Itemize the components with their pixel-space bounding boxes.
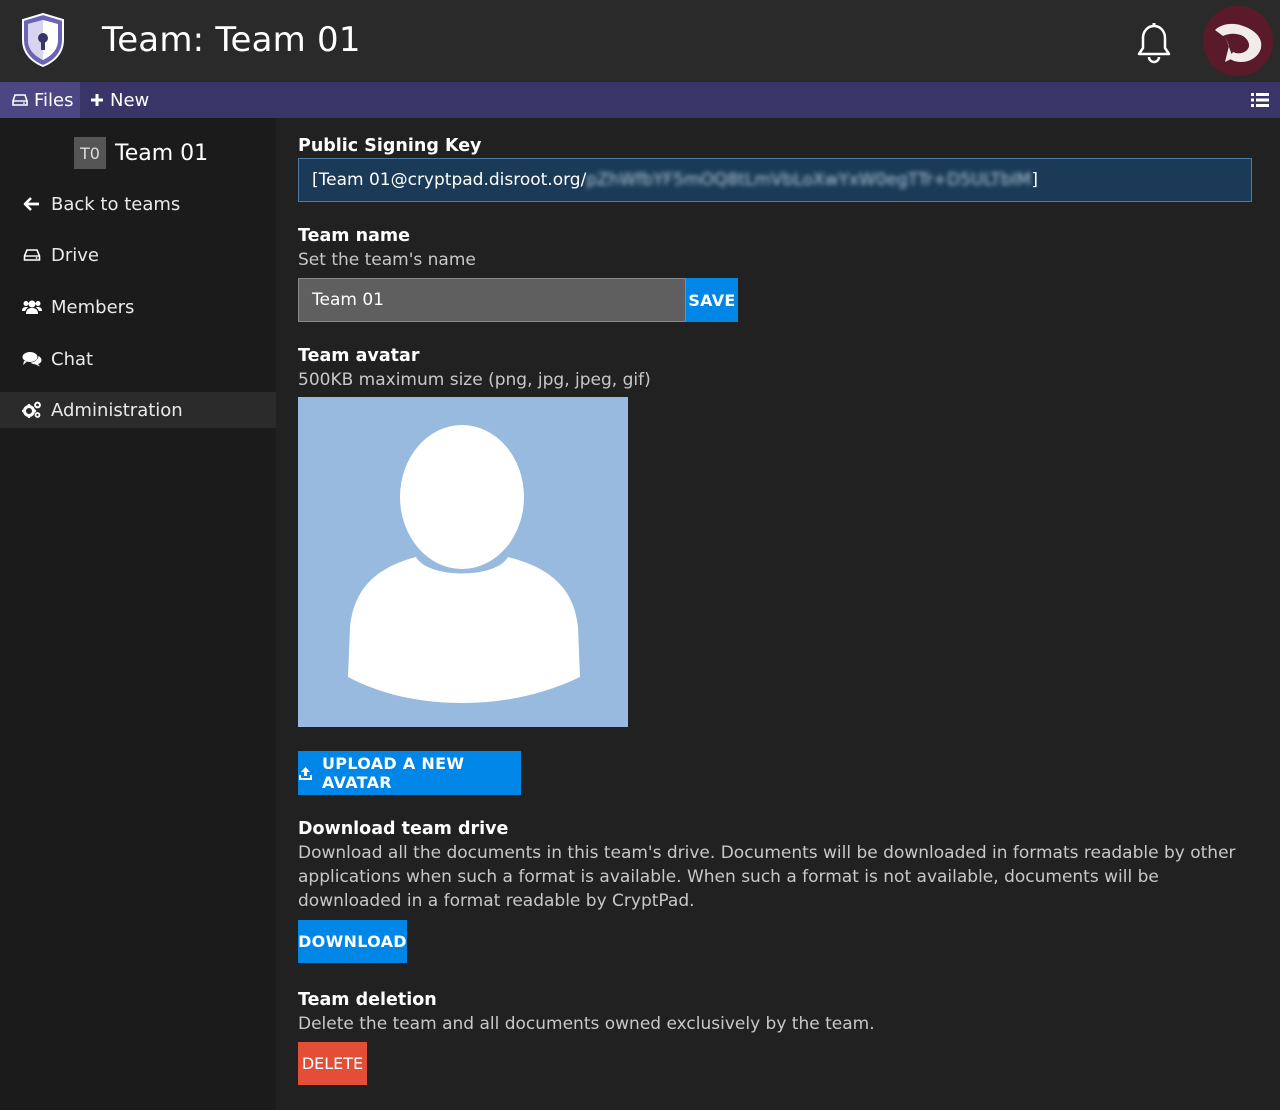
list-icon[interactable] [1250, 91, 1270, 109]
download-description: Download all the documents in this team'… [298, 843, 1236, 911]
signing-key-title: Public Signing Key [298, 136, 482, 156]
top-bar: Team: Team 01 [0, 0, 1280, 82]
drive-icon [22, 246, 42, 264]
team-header: T0 Team 01 [74, 136, 208, 170]
arrow-left-icon [22, 195, 42, 213]
download-button[interactable]: DOWNLOAD [298, 920, 407, 963]
users-icon [22, 298, 42, 316]
sidebar-item-label: Back to teams [51, 193, 181, 215]
signing-key-redacted: pZhWfbYF5mOQ8tLmVbLoXwYxW0egTTr+D5ULTbIM [586, 170, 1032, 190]
sidebar-item-chat[interactable]: Chat [0, 341, 276, 377]
team-avatar-description: 500KB maximum size (png, jpg, jpeg, gif) [298, 370, 651, 390]
files-button[interactable]: Files [0, 82, 80, 118]
deletion-title: Team deletion [298, 990, 437, 1010]
upload-avatar-label: UPLOAD A NEW AVATAR [322, 754, 465, 792]
comments-icon [22, 350, 42, 368]
plus-icon [90, 93, 104, 107]
upload-icon [298, 766, 313, 781]
team-name-input[interactable]: Team 01 [298, 278, 686, 322]
new-label: New [110, 89, 150, 111]
team-avatar-image [298, 397, 628, 727]
team-avatar-title: Team avatar [298, 346, 420, 366]
user-avatar[interactable] [1203, 6, 1273, 76]
toolbar: Files New [0, 82, 1280, 118]
deletion-description: Delete the team and all documents owned … [298, 1014, 875, 1034]
cryptpad-logo-icon[interactable] [19, 12, 67, 68]
sidebar: T0 Team 01 Back to teams Drive Members C… [0, 118, 276, 1110]
sidebar-item-members[interactable]: Members [0, 289, 276, 325]
delete-button[interactable]: DELETE [298, 1042, 367, 1085]
sidebar-item-label: Members [51, 296, 135, 318]
signing-key-field[interactable]: [Team 01@cryptpad.disroot.org/pZhWfbYF5m… [298, 158, 1252, 202]
sidebar-item-back-to-teams[interactable]: Back to teams [0, 186, 276, 222]
sidebar-item-label: Administration [51, 399, 183, 421]
upload-avatar-button[interactable]: UPLOAD A NEW AVATAR [298, 751, 521, 795]
signing-key-prefix: [Team 01@cryptpad.disroot.org/ [312, 170, 587, 190]
sidebar-item-drive[interactable]: Drive [0, 237, 276, 273]
team-name-description: Set the team's name [298, 250, 476, 270]
team-name-heading: Team 01 [115, 140, 209, 166]
main-content: Public Signing Key [Team 01@cryptpad.dis… [276, 118, 1280, 1110]
drive-icon [12, 93, 28, 107]
team-initials-avatar: T0 [74, 137, 106, 169]
cogs-icon [22, 401, 42, 419]
user-silhouette-icon [298, 397, 628, 727]
download-title: Download team drive [298, 819, 509, 839]
sidebar-item-administration[interactable]: Administration [0, 392, 276, 428]
new-button[interactable]: New [90, 82, 160, 118]
bell-icon[interactable] [1134, 22, 1174, 64]
page-title: Team: Team 01 [102, 20, 361, 60]
files-label: Files [34, 89, 74, 111]
avatar-image-icon [1203, 6, 1273, 76]
sidebar-item-label: Chat [51, 348, 94, 370]
save-button[interactable]: SAVE [686, 278, 738, 322]
sidebar-item-label: Drive [51, 244, 99, 266]
team-name-title: Team name [298, 226, 410, 246]
signing-key-suffix: ] [1031, 170, 1038, 190]
